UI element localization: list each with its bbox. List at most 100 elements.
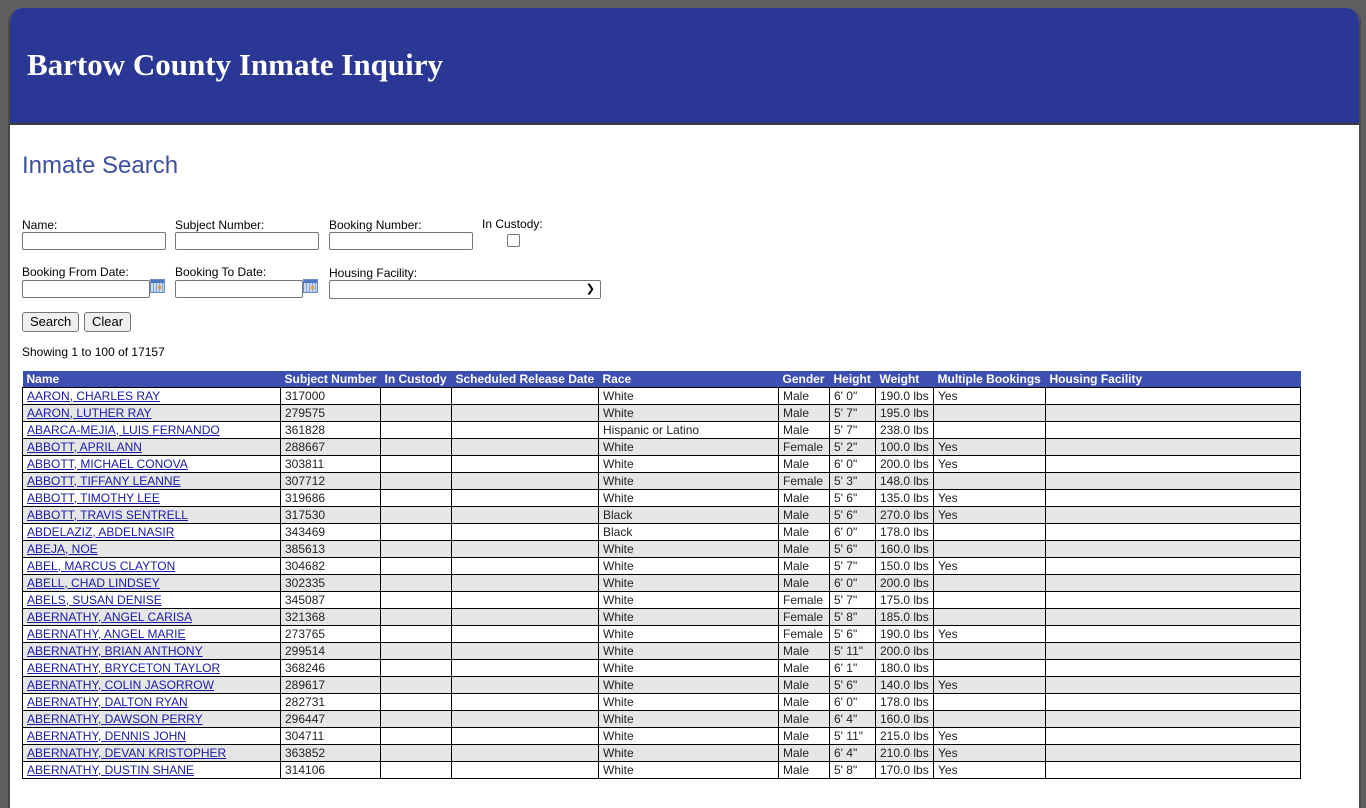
cell-multiple-bookings: Yes: [933, 557, 1046, 575]
cell-gender: Male: [778, 710, 830, 728]
table-header-row: Name Subject Number In Custody Scheduled Re…: [22, 371, 1301, 388]
inmate-name-link[interactable]: ABERNATHY, DEVAN KRISTOPHER: [27, 746, 226, 760]
cell-name: ABEJA, NOE: [22, 540, 281, 558]
cell-weight: 140.0 lbs: [875, 676, 934, 694]
search-button[interactable]: Search: [22, 312, 80, 332]
inmate-name-link[interactable]: ABBOTT, APRIL ANN: [27, 440, 142, 454]
cell-name: ABERNATHY, ANGEL MARIE: [22, 625, 281, 643]
inmate-name-link[interactable]: ABELL, CHAD LINDSEY: [27, 576, 160, 590]
cell-release-date: [451, 455, 599, 473]
cell-name: ABBOTT, TIMOTHY LEE: [22, 489, 281, 507]
cell-subject-number: 307712: [280, 472, 381, 490]
inmate-name-link[interactable]: ABERNATHY, DALTON RYAN: [27, 695, 188, 709]
cell-race: White: [598, 676, 779, 694]
cell-race: White: [598, 404, 779, 422]
housing-facility-select[interactable]: ❯: [329, 280, 601, 299]
cell-multiple-bookings: Yes: [933, 455, 1046, 473]
cell-release-date: [451, 761, 599, 779]
cell-in-custody: [380, 523, 452, 541]
cell-housing-facility: [1045, 489, 1301, 507]
inmate-name-link[interactable]: AARON, CHARLES RAY: [27, 389, 160, 403]
column-header-weight: Weight: [875, 371, 934, 388]
table-row: ABBOTT, TIFFANY LEANNE 307712 White Female 5…: [22, 472, 1301, 490]
cell-in-custody: [380, 404, 452, 422]
inmate-name-link[interactable]: ABELS, SUSAN DENISE: [27, 593, 162, 607]
table-row: ABERNATHY, DALTON RYAN 282731 White Male 6' …: [22, 693, 1301, 711]
inmate-name-link[interactable]: ABERNATHY, DUSTIN SHANE: [27, 763, 194, 777]
inmate-name-link[interactable]: ABARCA-MEJIA, LUIS FERNANDO: [27, 423, 220, 437]
name-input[interactable]: [22, 232, 166, 250]
inmate-name-link[interactable]: ABERNATHY, DAWSON PERRY: [27, 712, 203, 726]
cell-housing-facility: [1045, 523, 1301, 541]
in-custody-checkbox[interactable]: [507, 234, 520, 247]
inmate-name-link[interactable]: ABERNATHY, DENNIS JOHN: [27, 729, 186, 743]
booking-to-date-input[interactable]: [175, 280, 303, 298]
cell-housing-facility: [1045, 727, 1301, 745]
cell-housing-facility: [1045, 421, 1301, 439]
table-row: ABERNATHY, ANGEL MARIE 273765 White Female 5…: [22, 625, 1301, 643]
cell-gender: Female: [778, 625, 830, 643]
cell-height: 6' 0": [829, 574, 876, 592]
table-row: ABBOTT, MICHAEL CONOVA 303811 White Male 6' …: [22, 455, 1301, 473]
inmate-name-link[interactable]: ABBOTT, TRAVIS SENTRELL: [27, 508, 188, 522]
inmate-name-link[interactable]: ABBOTT, TIMOTHY LEE: [27, 491, 160, 505]
table-row: ABEL, MARCUS CLAYTON 304682 White Male 5' 7"…: [22, 557, 1301, 575]
cell-weight: 180.0 lbs: [875, 659, 934, 677]
cell-subject-number: 343469: [280, 523, 381, 541]
cell-height: 5' 6": [829, 676, 876, 694]
cell-release-date: [451, 676, 599, 694]
column-header-race: Race: [598, 371, 779, 388]
cell-housing-facility: [1045, 676, 1301, 694]
cell-weight: 195.0 lbs: [875, 404, 934, 422]
table-row: ABDELAZIZ, ABDELNASIR 343469 Black Male 6' 0…: [22, 523, 1301, 541]
cell-subject-number: 303811: [280, 455, 381, 473]
cell-in-custody: [380, 744, 452, 762]
cell-in-custody: [380, 472, 452, 490]
booking-to-date-label: Booking To Date:: [175, 265, 267, 279]
cell-housing-facility: [1045, 625, 1301, 643]
cell-release-date: [451, 574, 599, 592]
cell-release-date: [451, 523, 599, 541]
table-row: ABERNATHY, ANGEL CARISA 321368 White Female…: [22, 608, 1301, 626]
inmate-name-link[interactable]: ABBOTT, MICHAEL CONOVA: [27, 457, 188, 471]
cell-race: White: [598, 625, 779, 643]
inmate-name-link[interactable]: AARON, LUTHER RAY: [27, 406, 151, 420]
cell-in-custody: [380, 693, 452, 711]
cell-name: ABERNATHY, ANGEL CARISA: [22, 608, 281, 626]
booking-from-date-input[interactable]: [22, 280, 150, 298]
calendar-icon[interactable]: [303, 279, 318, 293]
subject-number-input[interactable]: [175, 232, 319, 250]
inmate-name-link[interactable]: ABERNATHY, ANGEL MARIE: [27, 627, 186, 641]
inmate-name-link[interactable]: ABDELAZIZ, ABDELNASIR: [27, 525, 174, 539]
table-row: ABBOTT, APRIL ANN 288667 White Female 5' 2" 1…: [22, 438, 1301, 456]
inmate-name-link[interactable]: ABERNATHY, BRIAN ANTHONY: [27, 644, 203, 658]
table-row: AARON, LUTHER RAY 279575 White Male 5' 7" 195…: [22, 404, 1301, 422]
inmate-name-link[interactable]: ABEL, MARCUS CLAYTON: [27, 559, 175, 573]
cell-housing-facility: [1045, 438, 1301, 456]
cell-height: 6' 0": [829, 523, 876, 541]
cell-in-custody: [380, 489, 452, 507]
booking-number-input[interactable]: [329, 232, 473, 250]
cell-release-date: [451, 438, 599, 456]
cell-weight: 270.0 lbs: [875, 506, 934, 524]
inmate-name-link[interactable]: ABBOTT, TIFFANY LEANNE: [27, 474, 181, 488]
calendar-icon[interactable]: [150, 279, 165, 293]
cell-multiple-bookings: Yes: [933, 438, 1046, 456]
inmate-name-link[interactable]: ABEJA, NOE: [27, 542, 98, 556]
cell-multiple-bookings: [933, 421, 1046, 439]
inmate-name-link[interactable]: ABERNATHY, BRYCETON TAYLOR: [27, 661, 220, 675]
cell-gender: Male: [778, 387, 830, 405]
cell-gender: Male: [778, 642, 830, 660]
cell-subject-number: 289617: [280, 676, 381, 694]
cell-weight: 200.0 lbs: [875, 574, 934, 592]
cell-multiple-bookings: Yes: [933, 727, 1046, 745]
clear-button[interactable]: Clear: [84, 312, 132, 332]
cell-in-custody: [380, 455, 452, 473]
cell-in-custody: [380, 642, 452, 660]
cell-multiple-bookings: [933, 693, 1046, 711]
inmate-name-link[interactable]: ABERNATHY, ANGEL CARISA: [27, 610, 192, 624]
cell-subject-number: 299514: [280, 642, 381, 660]
cell-weight: 160.0 lbs: [875, 710, 934, 728]
column-header-name: Name: [22, 371, 281, 388]
inmate-name-link[interactable]: ABERNATHY, COLIN JASORROW: [27, 678, 214, 692]
